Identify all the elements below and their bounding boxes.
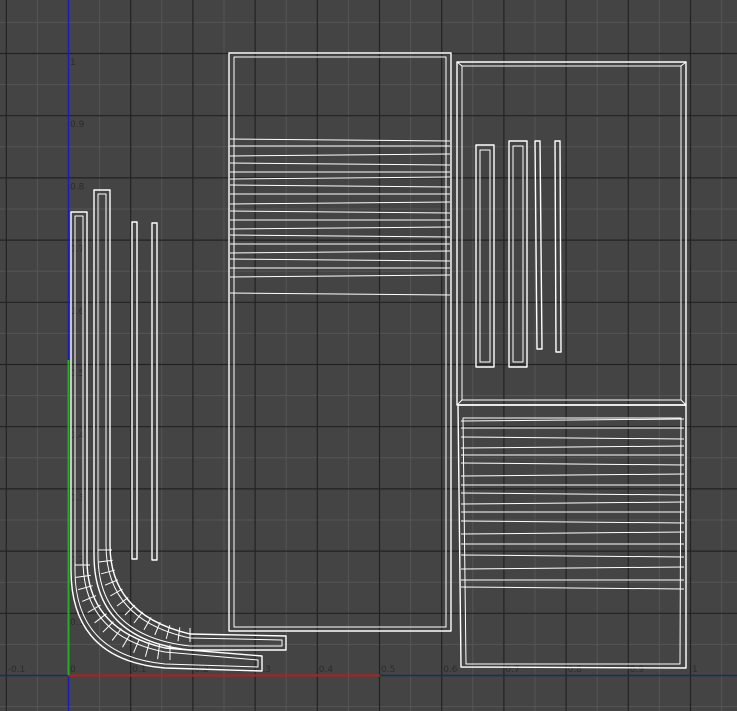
x-tick-label: 0.4 [319,665,334,675]
y-tick-label: 1 [70,58,76,68]
x-tick-label: 0.1 [132,665,146,675]
x-tick-label: 0.6 [443,665,458,675]
y-tick-label: 0.6 [70,307,85,317]
x-tick-label: 0.5 [381,665,395,675]
y-tick-label: 0.4 [70,431,85,441]
x-tick-label: -0.1 [8,665,26,675]
x-tick-label: 0.9 [630,665,645,675]
y-tick-label: 0.7 [70,245,84,255]
x-tick-label: 0.3 [257,665,271,675]
x-tick-label: 0 [70,665,76,675]
x-tick-label: 0.8 [568,665,583,675]
y-tick-label: 0.5 [70,369,84,379]
y-tick-label: 0.8 [70,182,85,192]
x-tick-label: 0.2 [194,665,208,675]
x-tick-label: 1 [692,665,698,675]
uv-editor-viewport[interactable]: -0.1 0 0.1 0.2 0.3 0.4 0.5 0.6 0.7 0.8 0.9 10.10.20… [0,0,737,711]
y-tick-label: 0.2 [70,556,84,566]
x-tick-label: 0.7 [505,665,519,675]
y-tick-label: 0.9 [70,120,85,130]
y-tick-label: 0.3 [70,493,84,503]
